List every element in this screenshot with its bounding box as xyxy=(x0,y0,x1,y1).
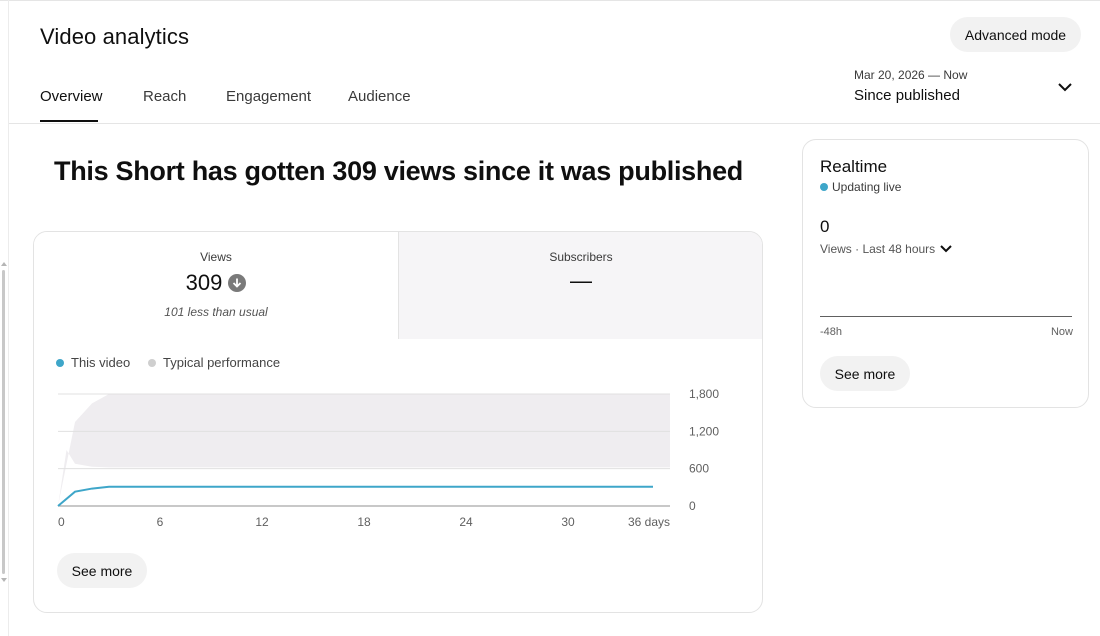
left-border xyxy=(8,0,9,636)
page-title: Video analytics xyxy=(40,24,190,49)
x-tick-label: 30 xyxy=(561,515,575,529)
legend-dot-this-video xyxy=(56,358,64,367)
scroll-down-arrow-icon[interactable] xyxy=(1,578,7,582)
realtime-card: Realtime Updating live 0 Views · Last 48… xyxy=(802,139,1089,408)
this-video-line xyxy=(57,485,653,507)
views-summary-card: Views 309 101 less than usual Subscriber… xyxy=(33,231,763,613)
tab-overview[interactable]: Overview xyxy=(40,88,103,105)
metric-views[interactable]: Views 309 101 less than usual xyxy=(34,232,398,339)
tab-reach[interactable]: Reach xyxy=(143,88,186,105)
realtime-baseline xyxy=(820,316,1072,317)
date-range-label: Since published xyxy=(854,87,960,104)
x-tick-label: 12 xyxy=(255,515,269,529)
arrow-down-circle-icon xyxy=(228,274,247,292)
top-border xyxy=(0,0,1100,1)
y-tick-label: 600 xyxy=(689,462,709,476)
metric-subscribers-value: — xyxy=(570,268,592,293)
tab-engagement[interactable]: Engagement xyxy=(226,88,311,105)
y-tick-label: 1,200 xyxy=(689,424,719,438)
realtime-see-more-button[interactable]: See more xyxy=(820,356,910,391)
views-chart[interactable]: 0 6 12 18 24 30 36 days 1,800 1,200 600 0 xyxy=(34,382,762,542)
tab-audience[interactable]: Audience xyxy=(348,88,411,105)
metric-subscribers-label: Subscribers xyxy=(549,250,613,264)
realtime-status: Updating live xyxy=(820,180,901,194)
legend-dot-typical xyxy=(148,358,156,367)
chevron-down-icon xyxy=(1058,83,1072,92)
legend-item-typical: Typical performance xyxy=(148,355,280,370)
header-divider xyxy=(9,123,1100,124)
realtime-status-text: Updating live xyxy=(832,180,902,194)
live-dot-icon xyxy=(820,182,828,191)
scrollbar-thumb[interactable] xyxy=(2,270,5,574)
metric-views-comparison: 101 less than usual xyxy=(164,305,268,319)
realtime-axis-start: -48h xyxy=(820,326,843,338)
realtime-title: Realtime xyxy=(820,157,888,176)
see-more-button[interactable]: See more xyxy=(57,553,147,588)
legend-label-this-video: This video xyxy=(71,355,131,370)
y-tick-label: 0 xyxy=(689,499,696,513)
x-tick-label: 24 xyxy=(459,515,473,529)
scroll-up-arrow-icon[interactable] xyxy=(1,262,7,266)
realtime-range-dropdown[interactable]: Views · Last 48 hours xyxy=(820,242,953,256)
legend-item-this-video: This video xyxy=(56,355,130,370)
x-tick-label: 18 xyxy=(357,515,371,529)
chevron-down-icon xyxy=(940,245,952,253)
headline: This Short has gotten 309 views since it… xyxy=(54,156,743,186)
active-tab-indicator xyxy=(40,120,98,122)
legend-label-typical: Typical performance xyxy=(163,355,281,370)
x-tick-label: 0 xyxy=(58,515,65,529)
realtime-value: 0 xyxy=(820,217,830,236)
typical-performance-band xyxy=(58,394,670,506)
advanced-mode-button[interactable]: Advanced mode xyxy=(950,17,1081,52)
date-range-text: Mar 20, 2026 — Now xyxy=(854,68,968,82)
realtime-range-label: Views · Last 48 hours xyxy=(820,242,936,256)
x-tick-label: 6 xyxy=(157,515,164,529)
metric-subscribers[interactable]: Subscribers — xyxy=(398,232,762,339)
realtime-axis-end: Now xyxy=(1050,326,1073,338)
date-range-picker[interactable]: Mar 20, 2026 — Now Since published xyxy=(854,66,1076,110)
y-tick-label: 1,800 xyxy=(689,387,719,401)
scrollbar[interactable] xyxy=(0,262,7,582)
metric-views-value: 309 xyxy=(185,270,223,295)
x-tick-label: 36 days xyxy=(628,515,670,529)
metric-views-label: Views xyxy=(200,250,232,264)
